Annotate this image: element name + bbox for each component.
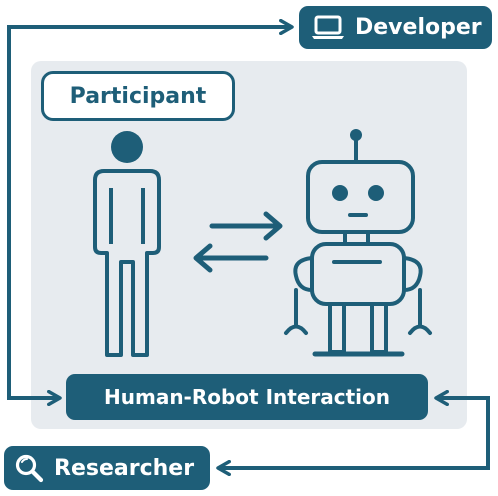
researcher-label: Researcher xyxy=(54,455,195,481)
interaction-node: Human-Robot Interaction xyxy=(66,374,428,420)
magnifier-icon xyxy=(14,453,44,483)
researcher-node: Researcher xyxy=(4,446,210,490)
interaction-label: Human-Robot Interaction xyxy=(104,385,390,409)
robot-icon xyxy=(284,129,432,357)
